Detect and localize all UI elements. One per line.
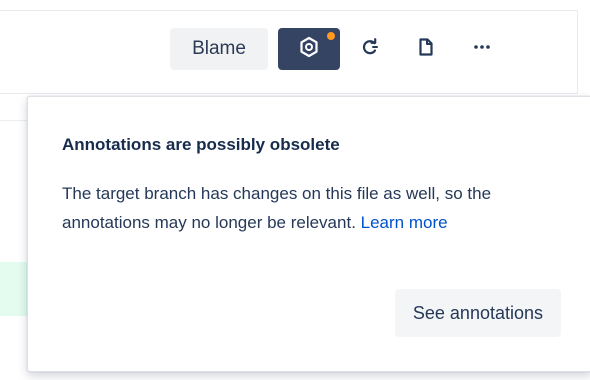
popover-title: Annotations are possibly obsolete bbox=[62, 135, 340, 154]
notification-dot bbox=[327, 32, 335, 40]
view-file-button[interactable] bbox=[400, 28, 452, 70]
popover-message: The target branch has changes on this fi… bbox=[62, 179, 562, 237]
file-toolbar: Blame bbox=[170, 27, 508, 71]
refresh-button[interactable] bbox=[344, 28, 396, 70]
code-line-divider bbox=[0, 120, 30, 121]
refresh-icon bbox=[359, 36, 381, 63]
obsolete-annotations-popover: Annotations are possibly obsolete The ta… bbox=[27, 96, 590, 372]
added-line-highlight bbox=[0, 262, 28, 316]
blame-button-label: Blame bbox=[192, 38, 246, 59]
annotations-button[interactable] bbox=[278, 28, 340, 70]
blame-button[interactable]: Blame bbox=[170, 28, 268, 70]
more-icon bbox=[471, 36, 493, 63]
learn-more-link[interactable]: Learn more bbox=[361, 213, 448, 232]
more-actions-button[interactable] bbox=[456, 28, 508, 70]
page: Blame Annotations are possibly obsolete … bbox=[0, 0, 590, 380]
see-annotations-button[interactable]: See annotations bbox=[394, 289, 561, 337]
annotations-target-icon bbox=[298, 36, 320, 63]
file-icon bbox=[415, 36, 437, 63]
